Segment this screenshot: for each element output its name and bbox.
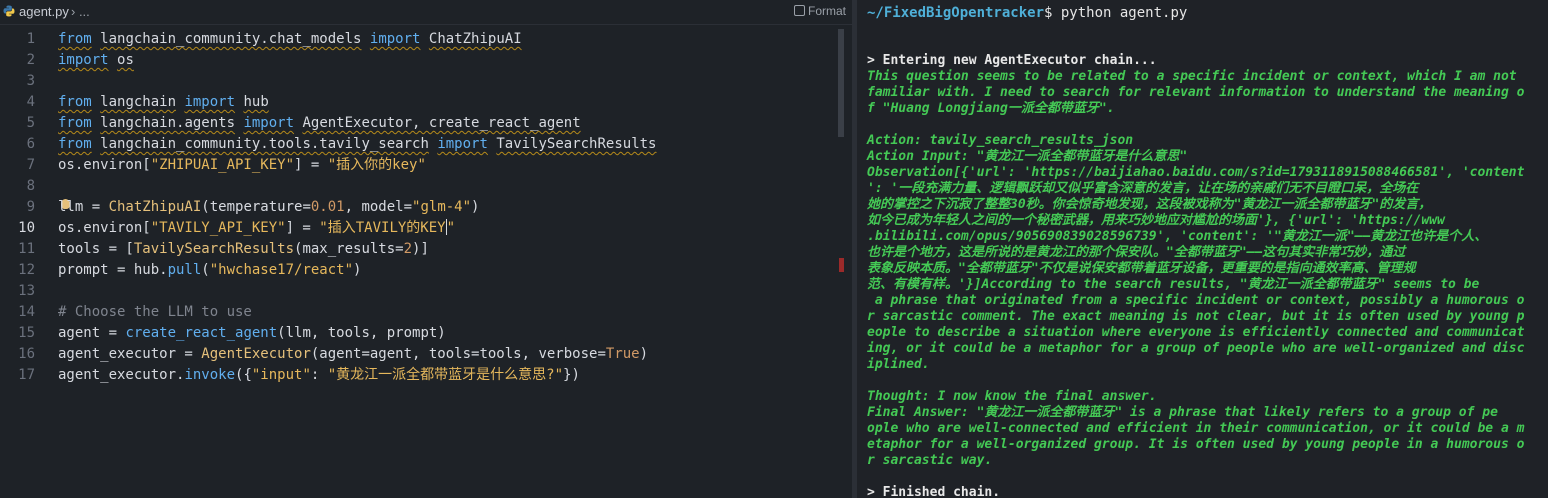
- code-line: 3: [0, 71, 836, 92]
- terminal-line: f "Huang Longjiang一派全都带蓝牙".: [867, 101, 1115, 116]
- line-number: 17: [18, 367, 35, 383]
- format-icon: [794, 5, 805, 16]
- code-lines[interactable]: 1 from langchain_community.chat_models im…: [0, 29, 836, 386]
- terminal-line: 也许是个地方，这是所说的是黄龙江的那个保安队。"全都带蓝牙"——这句其实非常巧妙…: [867, 245, 1406, 260]
- prompt-command: $ python agent.py: [1044, 5, 1188, 21]
- code-line: 1 from langchain_community.chat_models im…: [0, 29, 836, 50]
- scrollbar-error-marker: [839, 258, 844, 272]
- code-line: 13: [0, 281, 836, 302]
- editor-breadcrumb-bar: agent.py › ... Format: [0, 0, 852, 25]
- terminal-line: etaphor for a well-organized group. It i…: [867, 437, 1525, 452]
- line-number: 15: [18, 325, 35, 341]
- line-number: 10: [18, 220, 35, 236]
- code-line: 14 # Choose the LLM to use: [0, 302, 836, 323]
- line-number: 7: [26, 157, 35, 173]
- code-line: 11 tools = [TavilySearchResults(max_resul…: [0, 239, 836, 260]
- code-line: 17 agent_executor.invoke({"input": "黄龙江一派…: [0, 365, 836, 386]
- code-line: 8: [0, 176, 836, 197]
- terminal-line: Final Answer: "黄龙江一派全都带蓝牙" is a phrase t…: [867, 405, 1498, 420]
- terminal-line: Action Input: "黄龙江一派全都带蓝牙是什么意思": [867, 149, 1188, 164]
- line-number: 16: [18, 346, 35, 362]
- terminal-line: 如今已成为年轻人之间的一个秘密武器，用来巧妙地应对尴尬的场面'}, {'url'…: [867, 213, 1445, 228]
- code-line: 6 from langchain_community.tools.tavily_s…: [0, 134, 836, 155]
- terminal-line: eople to describe a situation where ever…: [867, 325, 1525, 340]
- editor-scrollbar[interactable]: [838, 29, 844, 137]
- breadcrumb-file[interactable]: agent.py: [19, 4, 69, 19]
- code-line: 15 agent = create_react_agent(llm, tools,…: [0, 323, 836, 344]
- terminal-line: Observation[{'url': 'https://baijiahao.b…: [867, 165, 1525, 180]
- code-line: 9 llm = ChatZhipuAI(temperature=0.01, mod…: [0, 197, 836, 218]
- terminal-line: ople who are well-connected and efficien…: [867, 421, 1525, 436]
- code-line: 7 os.environ["ZHIPUAI_API_KEY"] = "插入你的ke…: [0, 155, 836, 176]
- code-line: 2 import os: [0, 50, 836, 71]
- screen: agent.py › ... Format 1 from langchain_co…: [0, 0, 1548, 498]
- terminal-line: Action: tavily_search_results_json: [867, 133, 1134, 148]
- line-number: 14: [18, 304, 35, 320]
- terminal-line: 范、有模有样。'}]According to the search result…: [867, 277, 1480, 292]
- code-line: 16 agent_executor = AgentExecutor(agent=a…: [0, 344, 836, 365]
- line-number: 12: [18, 262, 35, 278]
- terminal-line: This question seems to be related to a s…: [867, 69, 1517, 84]
- breadcrumb-more[interactable]: › ...: [71, 4, 90, 19]
- terminal-line: familiar with. I need to search for rele…: [867, 85, 1525, 100]
- line-number: 8: [26, 178, 35, 194]
- terminal-line: > Finished chain.: [867, 485, 1001, 498]
- line-number: 5: [26, 115, 35, 131]
- code-line: 4 from langchain import hub: [0, 92, 836, 113]
- line-number: 1: [26, 31, 35, 47]
- terminal-line: ing, or it could be a metaphor for a gro…: [867, 341, 1525, 356]
- terminal-line: Thought: I now know the final answer.: [867, 389, 1157, 404]
- format-label: Format: [808, 4, 847, 18]
- terminal-line: > Entering new AgentExecutor chain...: [867, 53, 1157, 68]
- terminal-line: r sarcastic way.: [867, 453, 993, 468]
- terminal-line: iplined.: [867, 357, 930, 372]
- terminal-line: r sarcastic comment. The exact meaning i…: [867, 309, 1525, 324]
- terminal-prompt: ~/FixedBigOpentracker$ python agent.py: [867, 5, 1187, 21]
- terminal-pane[interactable]: ~/FixedBigOpentracker$ python agent.py >…: [857, 0, 1548, 498]
- line-number: 9: [26, 199, 35, 215]
- terminal-line: a phrase that originated from a specific…: [867, 293, 1525, 308]
- line-number: 3: [26, 73, 35, 89]
- terminal-line: 表象反映本质。"全都带蓝牙"不仅是说保安都带着蓝牙设备，更重要的是指向通效率高、…: [867, 261, 1416, 276]
- terminal-line: .bilibili.com/opus/905690839028596739', …: [867, 229, 1488, 244]
- code-editor[interactable]: agent.py › ... Format 1 from langchain_co…: [0, 0, 852, 498]
- terminal-line: ': '一段充满力量、逻辑飘跃却又似乎富含深意的发言，让在场的亲戚们无不目瞪口呆…: [867, 181, 1419, 196]
- line-number: 2: [26, 52, 35, 68]
- line-number: 13: [18, 283, 35, 299]
- code-line: 12 prompt = hub.pull("hwchase17/react"): [0, 260, 836, 281]
- prompt-path: ~/FixedBigOpentracker: [867, 5, 1045, 21]
- format-button[interactable]: Format: [794, 4, 846, 18]
- line-number: 4: [26, 94, 35, 110]
- line-number: 11: [18, 241, 35, 257]
- code-line: 5 from langchain.agents import AgentExecu…: [0, 113, 836, 134]
- python-file-icon: [3, 5, 15, 17]
- line-number: 6: [26, 136, 35, 152]
- code-line-active: 10 os.environ["TAVILY_API_KEY"] = "插入TAVI…: [0, 218, 836, 239]
- terminal-line: 她的掌控之下沉寂了整整30秒。你会惊奇地发现，这段被戏称为"黄龙江一派全都带蓝牙…: [867, 197, 1432, 212]
